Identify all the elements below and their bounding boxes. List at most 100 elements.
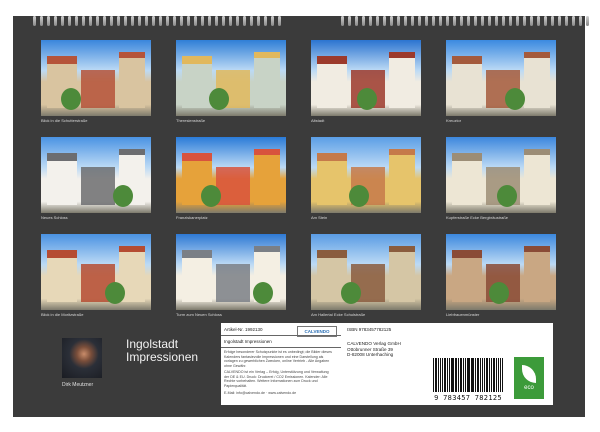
binding-ring [229, 16, 232, 26]
photo-detail [389, 149, 415, 205]
contact-line: E-Mail: info@calvendo.de · www.calvendo.… [224, 391, 297, 395]
binding-ring [355, 16, 358, 26]
binding-ring [586, 16, 589, 26]
photo-tile: Franziskanerplatz [176, 137, 286, 221]
binding-ring [159, 16, 162, 26]
photo-detail [452, 56, 482, 108]
binding-ring [432, 16, 435, 26]
photo-detail [182, 56, 212, 108]
town-photo [41, 40, 151, 116]
binding-ring [439, 16, 442, 26]
photo-detail [524, 149, 550, 205]
binding-ring [537, 16, 540, 26]
binding-ring [418, 16, 421, 26]
barcode-bar [482, 358, 484, 392]
binding-ring [278, 16, 281, 26]
binding-ring [54, 16, 57, 26]
photo-detail [452, 250, 482, 302]
photo-detail [254, 149, 280, 205]
binding-ring [383, 16, 386, 26]
photo-grid: Blick in die Schutterstraße Theresienstra… [41, 40, 565, 318]
binding-ring [208, 16, 211, 26]
binding-ring [173, 16, 176, 26]
binding-ring [516, 16, 519, 26]
binding-ring [488, 16, 491, 26]
publisher-address: CALVENDO Verlag GmbH Ottobrunner Straße … [347, 341, 401, 358]
photo-caption: Altstadt [311, 118, 325, 123]
article-number: Artikel-Nr. 1992130 [224, 327, 263, 332]
binding-ring [201, 16, 204, 26]
barcode-bar [490, 358, 492, 392]
photo-detail [389, 52, 415, 108]
binding-ring [187, 16, 190, 26]
town-photo [176, 234, 286, 310]
photo-tile: Blick in die Schutterstraße [41, 40, 151, 124]
photo-detail [349, 185, 369, 207]
photo-caption: Neues Schloss [41, 215, 68, 220]
barcode-number: 9 783457 782125 [434, 394, 502, 402]
binding-ring [194, 16, 197, 26]
photo-detail [497, 185, 517, 207]
binding-ring [509, 16, 512, 26]
town-photo [446, 40, 556, 116]
barcode-bars [433, 358, 503, 392]
barcode-bar [479, 358, 482, 392]
binding-ring [40, 16, 43, 26]
binding-ring [236, 16, 239, 26]
binding-ring [453, 16, 456, 26]
town-photo [446, 137, 556, 213]
photo-detail [81, 167, 115, 205]
binding-ring [68, 16, 71, 26]
photo-tile: Blick in die Moritzstraße [41, 234, 151, 318]
photo-tile: Theresienstraße [176, 40, 286, 124]
leaf-icon [522, 365, 536, 383]
photo-caption: Kreuztor [446, 118, 462, 123]
binding-ring [33, 16, 36, 26]
binding-ring [474, 16, 477, 26]
binding-ring [397, 16, 400, 26]
binding-ring [530, 16, 533, 26]
photo-detail [113, 185, 133, 207]
photo-detail [317, 153, 347, 205]
description-text: Erfolge besonderer Schutzpunkte ist es u… [224, 350, 332, 368]
calendar-subtitle: Ingolstadt Impressionen [224, 339, 272, 344]
binding-ring [495, 16, 498, 26]
binding-ring [82, 16, 85, 26]
photo-detail [524, 52, 550, 108]
photo-caption: Am Hallertal Ecke Schulstraße [311, 312, 366, 317]
photo-caption: Liebfrauenmünster [446, 312, 480, 317]
publisher-line: D-82008 Unterhaching [347, 352, 394, 358]
binding-ring [166, 16, 169, 26]
binding-ring [271, 16, 274, 26]
binding-ring [264, 16, 267, 26]
binding-ring [425, 16, 428, 26]
binding-ring [446, 16, 449, 26]
photo-caption: Blick in die Schutterstraße [41, 118, 88, 123]
binding-ring [117, 16, 120, 26]
binding-ring [341, 16, 344, 26]
photo-caption: Kupferstraße Ecke Bergbräustraße [446, 215, 509, 220]
binding-ring [572, 16, 575, 26]
binding-ring [460, 16, 463, 26]
photo-tile: Neues Schloss [41, 137, 151, 221]
photo-tile: Liebfrauenmünster [446, 234, 556, 318]
binding-ring [390, 16, 393, 26]
town-photo [311, 137, 421, 213]
title-line-2: Impressionen [126, 350, 199, 364]
binding-ring [544, 16, 547, 26]
photo-detail [317, 56, 347, 108]
town-photo [41, 234, 151, 310]
binding-ring [103, 16, 106, 26]
barcode-bar [468, 358, 470, 392]
legal-text: CALVENDO ist ein Verlag – Erfolg, Unters… [224, 370, 329, 388]
photo-detail [182, 250, 212, 302]
binding-ring [467, 16, 470, 26]
binding-ring [138, 16, 141, 26]
calendar-title: Ingolstadt Impressionen [126, 338, 198, 364]
town-photo [446, 234, 556, 310]
binding-ring [243, 16, 246, 26]
binding-ring [348, 16, 351, 26]
photo-detail [505, 88, 525, 110]
photo-caption: Franziskanerplatz [176, 215, 208, 220]
photo-detail [81, 70, 115, 108]
